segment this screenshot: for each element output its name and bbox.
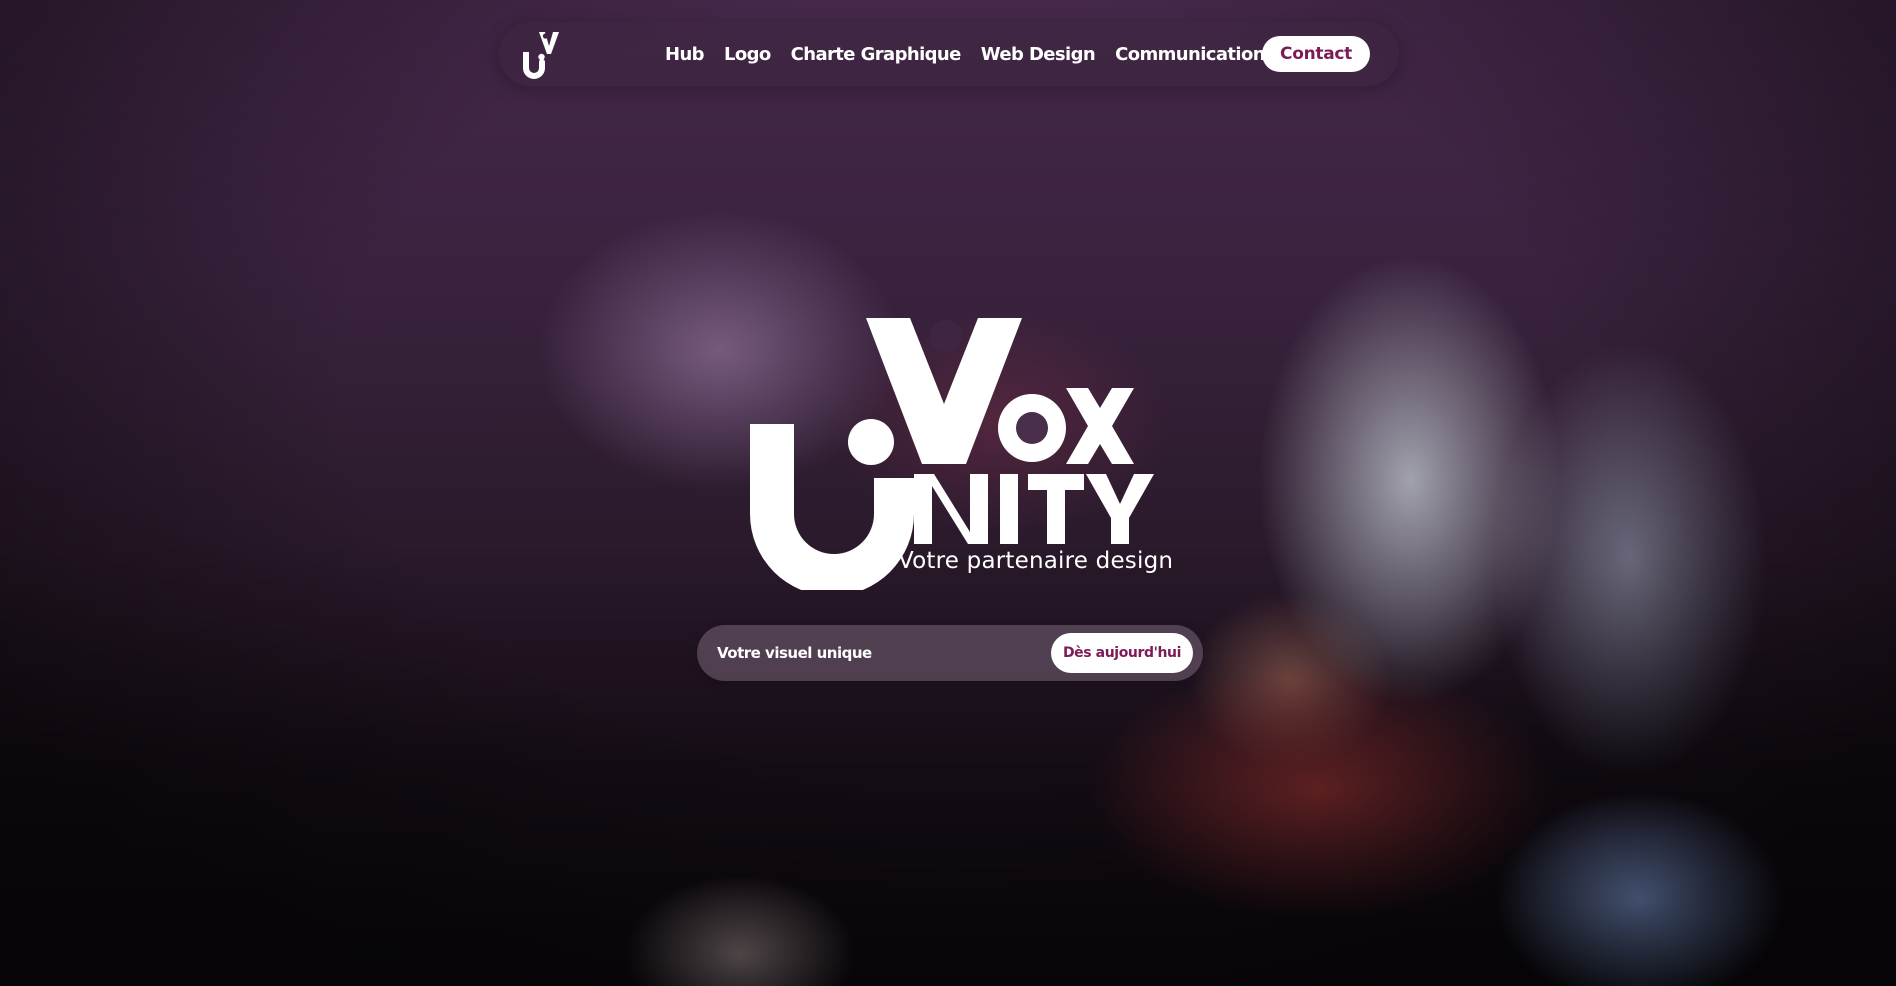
nav-link-logo[interactable]: Logo — [724, 44, 771, 65]
nav-link-communication[interactable]: Communication — [1115, 44, 1265, 65]
nav-links: Hub Logo Charte Graphique Web Design Com… — [665, 22, 1285, 86]
nav-link-charte-graphique[interactable]: Charte Graphique — [791, 44, 962, 65]
cta-label: Votre visuel unique — [717, 644, 872, 662]
nav-link-hub[interactable]: Hub — [665, 44, 705, 65]
cta-pill: Votre visuel unique Dès aujourd'hui — [697, 625, 1203, 681]
nav-link-web-design[interactable]: Web Design — [981, 44, 1096, 65]
contact-button[interactable]: Contact — [1262, 36, 1370, 72]
cta-button[interactable]: Dès aujourd'hui — [1051, 633, 1193, 673]
hero-tagline: Votre partenaire design — [898, 548, 1174, 574]
top-navigation-bar: Hub Logo Charte Graphique Web Design Com… — [499, 22, 1399, 86]
vox-unity-mini-logo-icon[interactable] — [521, 30, 561, 80]
